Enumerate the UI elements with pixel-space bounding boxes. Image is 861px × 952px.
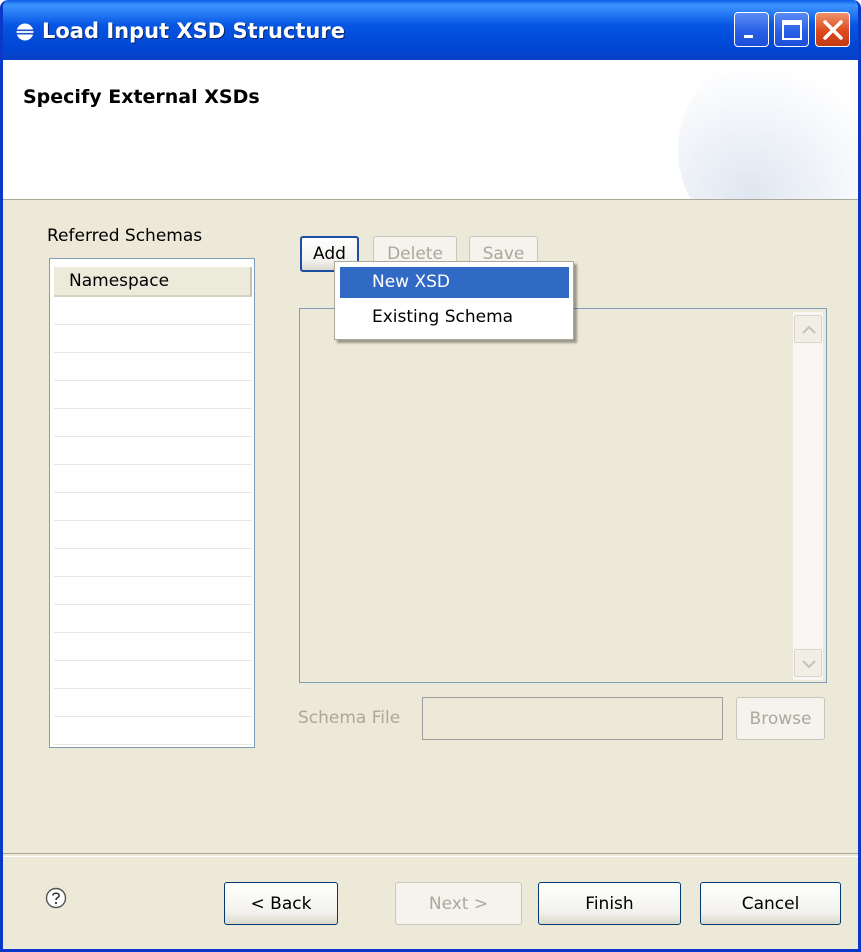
close-icon [823, 20, 843, 40]
table-row[interactable] [54, 577, 252, 605]
schema-file-label: Schema File [298, 708, 401, 728]
finish-button[interactable]: Finish [538, 882, 681, 925]
wizard-banner: Specify External XSDs [3, 60, 858, 200]
table-row[interactable] [54, 661, 252, 689]
table-row[interactable] [54, 465, 252, 493]
back-button[interactable]: < Back [224, 882, 338, 925]
table-row[interactable] [54, 605, 252, 633]
help-icon[interactable] [45, 887, 67, 909]
schema-content-area[interactable] [299, 308, 827, 683]
namespace-table[interactable]: Namespace [49, 258, 255, 748]
table-row[interactable] [54, 689, 252, 717]
close-button[interactable] [815, 12, 850, 47]
table-row[interactable] [54, 325, 252, 353]
banner-decoration [678, 60, 858, 199]
table-row[interactable] [54, 409, 252, 437]
table-row[interactable] [54, 633, 252, 661]
title-bar[interactable]: Load Input XSD Structure [3, 0, 858, 63]
window-title: Load Input XSD Structure [42, 19, 345, 43]
footer-divider [3, 853, 858, 857]
namespace-header-label: Namespace [69, 271, 170, 291]
vertical-scrollbar[interactable] [793, 312, 823, 680]
table-row[interactable] [54, 381, 252, 409]
table-row[interactable] [54, 549, 252, 577]
cancel-button[interactable]: Cancel [700, 882, 841, 925]
table-row[interactable] [54, 297, 252, 325]
schema-file-input[interactable] [422, 697, 723, 740]
menu-item-existing-schema[interactable]: Existing Schema [340, 302, 569, 333]
table-row[interactable] [54, 353, 252, 381]
next-button[interactable]: Next > [395, 882, 522, 925]
chevron-down-icon [802, 660, 816, 669]
page-title: Specify External XSDs [23, 86, 260, 108]
add-dropdown-menu: New XSD Existing Schema [334, 261, 574, 340]
maximize-icon [782, 20, 802, 40]
minimize-icon [744, 35, 753, 38]
table-row[interactable] [54, 493, 252, 521]
scroll-down-button[interactable] [794, 649, 822, 677]
minimize-button[interactable] [734, 12, 769, 47]
referred-schemas-label: Referred Schemas [47, 226, 203, 246]
maximize-button[interactable] [774, 12, 809, 47]
table-row[interactable] [54, 521, 252, 549]
menu-item-new-xsd[interactable]: New XSD [340, 267, 569, 298]
scroll-up-button[interactable] [794, 315, 822, 343]
table-rows [54, 297, 252, 745]
namespace-column-header[interactable]: Namespace [54, 267, 252, 297]
browse-button[interactable]: Browse [736, 697, 825, 740]
eclipse-icon [16, 23, 34, 41]
table-row[interactable] [54, 437, 252, 465]
table-row[interactable] [54, 717, 252, 745]
dialog-window: Load Input XSD Structure Specify Externa… [0, 0, 861, 952]
chevron-up-icon [802, 325, 816, 334]
